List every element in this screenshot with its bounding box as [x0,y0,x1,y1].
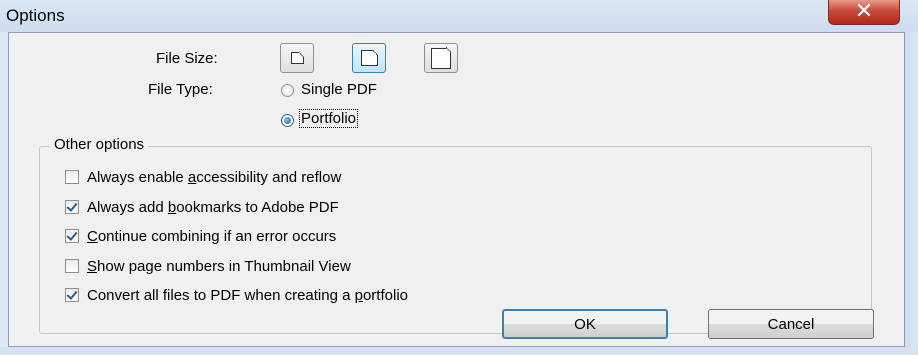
title-bar: Options ✕ [0,0,918,32]
checkbox-label: Always add bookmarks to Adobe PDF [87,198,339,216]
close-button[interactable]: ✕ [828,0,900,25]
file-type-label: File Type: [148,81,213,98]
checkbox-label: Continue combining if an error occurs [87,227,337,245]
checkbox-label: Show page numbers in Thumbnail View [87,257,351,275]
small-page-icon [290,51,304,64]
checkbox-show-page-numbers[interactable]: Show page numbers in Thumbnail View [65,256,351,276]
window-frame-bottom [0,347,918,355]
checkbox[interactable] [65,288,79,302]
file-size-small-button[interactable] [280,43,314,73]
checkbox-label: Convert all files to PDF when creating a… [87,286,408,304]
checkbox[interactable] [65,229,79,243]
file-size-large-button[interactable] [424,43,458,73]
checkbox[interactable] [65,200,79,214]
cancel-button[interactable]: Cancel [708,309,874,339]
checkbox-add-bookmarks[interactable]: Always add bookmarks to Adobe PDF [65,197,339,217]
other-options-title: Other options [50,136,149,153]
checkbox-continue-combining[interactable]: Continue combining if an error occurs [65,226,336,246]
window-title: Options [6,6,65,25]
single-pdf-radio[interactable] [281,84,294,97]
portfolio-label[interactable]: Portfolio [298,109,359,128]
file-size-medium-button[interactable] [352,43,386,73]
checkbox-convert-all-files[interactable]: Convert all files to PDF when creating a… [65,285,408,305]
window-frame-right [905,32,918,355]
single-pdf-label[interactable]: Single PDF [301,81,377,98]
close-icon: ✕ [854,0,874,24]
large-page-icon [431,47,452,69]
file-size-label: File Size: [156,50,218,67]
checkbox-label: Always enable accessibility and reflow [87,168,342,186]
checkbox[interactable] [65,259,79,273]
portfolio-radio[interactable] [281,114,294,127]
medium-page-icon [360,49,378,66]
ok-button[interactable]: OK [502,309,668,339]
checkbox[interactable] [65,170,79,184]
checkbox-accessibility-reflow[interactable]: Always enable accessibility and reflow [65,167,341,187]
